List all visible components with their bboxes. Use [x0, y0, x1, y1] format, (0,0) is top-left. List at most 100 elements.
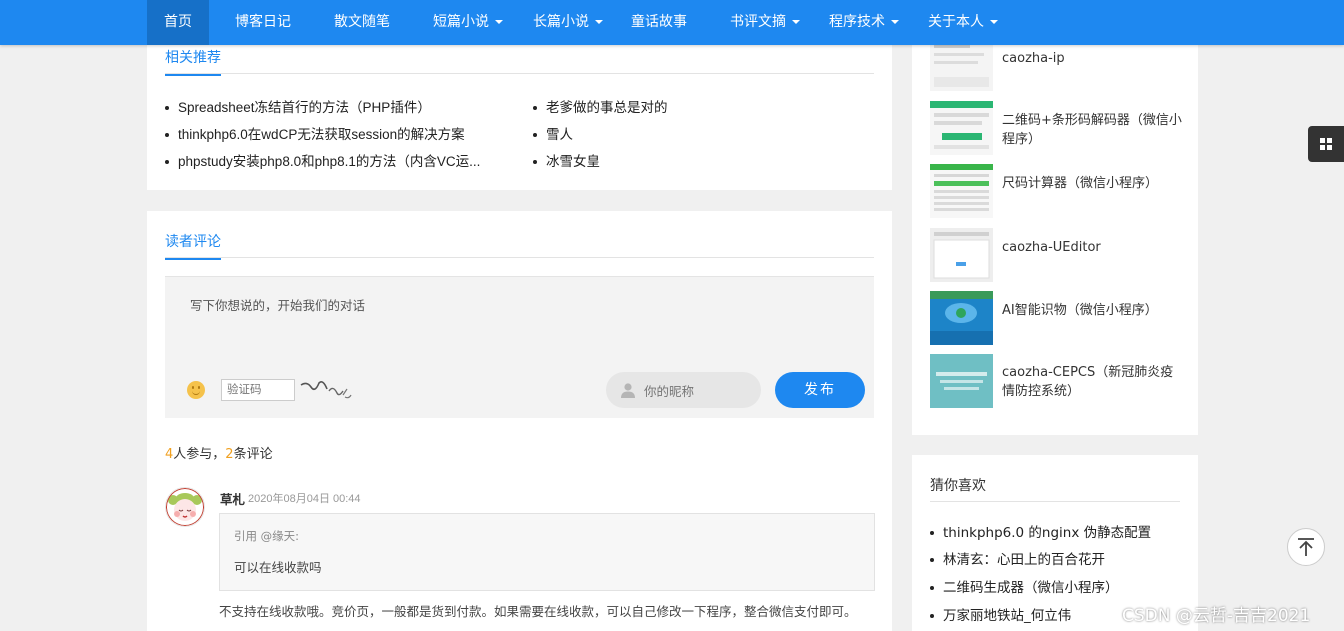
sidebar-project-item[interactable]: AI智能识物（微信小程序） — [930, 291, 1180, 345]
related-link[interactable]: 老爹做的事总是对的 — [533, 96, 668, 116]
guess-link-text: 万家丽地铁站_何立伟 — [943, 608, 1072, 624]
nav-item-essays[interactable]: 散文随笔 — [325, 0, 399, 45]
divider — [930, 501, 1180, 502]
nav-item-about[interactable]: 关于本人 — [919, 0, 1007, 45]
sidebar-project-title: caozha-CEPCS（新冠肺炎疫情防控系统） — [1002, 365, 1174, 399]
thumbnail-image — [930, 228, 993, 282]
bullet-icon — [930, 531, 934, 535]
thumbnail-image — [930, 164, 993, 218]
related-link-text: phpstudy安装php8.0和php8.1的方法（内含VC运... — [178, 154, 481, 169]
nav-label: 散文随笔 — [334, 14, 390, 30]
nav-label: 关于本人 — [928, 14, 984, 30]
guess-link-text: thinkphp6.0 的nginx 伪静态配置 — [943, 525, 1152, 541]
comments-title: 读者评论 — [165, 231, 221, 260]
divider — [165, 257, 874, 258]
thumbnail-image — [930, 37, 993, 91]
bullet-icon — [165, 133, 169, 138]
sidebar-project-title: AI智能识物（微信小程序） — [1002, 303, 1158, 318]
guess-link[interactable]: 二维码生成器（微信小程序） — [930, 576, 1119, 596]
sidebar-project-item[interactable]: caozha-UEditor — [930, 228, 1180, 282]
quote-body: 可以在线收款吗 — [234, 560, 322, 575]
comment-textarea[interactable]: 写下你想说的，开始我们的对话 — [190, 295, 365, 314]
related-link-text: 老爹做的事总是对的 — [546, 100, 668, 115]
chevron-down-icon — [792, 20, 800, 24]
related-link-text: Spreadsheet冻结首行的方法（PHP插件） — [178, 100, 431, 115]
thumbnail-image — [930, 291, 993, 345]
nav-item-fairy-tales[interactable]: 童话故事 — [622, 0, 696, 45]
related-link[interactable]: thinkphp6.0在wdCP无法获取session的解决方案 — [165, 123, 465, 143]
grid-menu-button[interactable] — [1308, 126, 1344, 162]
user-icon — [621, 383, 635, 398]
sidebar-project-title: caozha-UEditor — [1002, 240, 1101, 255]
comment-count: 2 — [225, 447, 234, 462]
nav-item-reviews[interactable]: 书评文摘 — [721, 0, 809, 45]
nav-label: 短篇小说 — [433, 14, 489, 30]
participant-label: 人参与， — [173, 447, 226, 462]
comments-card: 读者评论 写下你想说的，开始我们的对话 发布 4人参与，2条评论 — [147, 211, 892, 631]
related-link[interactable]: phpstudy安装php8.0和php8.1的方法（内含VC运... — [165, 150, 480, 170]
bullet-icon — [930, 558, 934, 562]
bullet-icon — [930, 614, 934, 618]
title-underline — [165, 74, 221, 76]
nickname-field — [606, 372, 761, 408]
related-link[interactable]: 冰雪女皇 — [533, 150, 600, 170]
chevron-down-icon — [495, 20, 503, 24]
arrow-up-icon — [1298, 538, 1314, 556]
comment-count-label: 条评论 — [233, 447, 273, 462]
submit-button[interactable]: 发布 — [775, 372, 865, 408]
guess-link[interactable]: 林清玄：心田上的百合花开 — [930, 548, 1105, 568]
bullet-icon — [533, 160, 537, 165]
sidebar-project-title: caozha-ip — [1002, 51, 1065, 66]
related-link-text: thinkphp6.0在wdCP无法获取session的解决方案 — [178, 127, 465, 142]
nav-label: 程序技术 — [829, 14, 885, 30]
sidebar-project-title: 二维码+条形码解码器（微信小程序） — [1002, 113, 1182, 147]
emoji-icon[interactable] — [187, 381, 205, 399]
bullet-icon — [930, 586, 934, 590]
guess-link[interactable]: thinkphp6.0 的nginx 伪静态配置 — [930, 521, 1151, 541]
sidebar-project-item[interactable]: caozha-ip — [930, 37, 1180, 91]
related-title: 相关推荐 — [165, 47, 221, 76]
nav-item-blog[interactable]: 博客日记 — [226, 0, 300, 45]
sidebar-project-title: 尺码计算器（微信小程序） — [1002, 176, 1159, 191]
nav-item-long-novels[interactable]: 长篇小说 — [524, 0, 612, 45]
nickname-input[interactable] — [642, 380, 756, 402]
divider — [165, 73, 874, 74]
nav-item-short-novels[interactable]: 短篇小说 — [424, 0, 512, 45]
comment-form: 写下你想说的，开始我们的对话 发布 — [165, 276, 874, 418]
sidebar-project-item[interactable]: 二维码+条形码解码器（微信小程序） — [930, 101, 1182, 155]
bullet-icon — [165, 106, 169, 111]
sidebar-project-item[interactable]: caozha-CEPCS（新冠肺炎疫情防控系统） — [930, 354, 1180, 408]
avatar — [165, 487, 205, 527]
chevron-down-icon — [891, 20, 899, 24]
bullet-icon — [533, 133, 537, 138]
bullet-icon — [165, 160, 169, 165]
nav-item-programming[interactable]: 程序技术 — [820, 0, 908, 45]
title-underline — [165, 258, 221, 260]
comment-text: 不支持在线收款哦。竞价页，一般都是货到付款。如果需要在线收款，可以自己修改一下程… — [219, 604, 857, 619]
guess-title-text: 猜你喜欢 — [930, 478, 986, 494]
related-link-text: 雪人 — [546, 127, 573, 142]
related-title-text: 相关推荐 — [165, 50, 221, 66]
guess-link-text: 二维码生成器（微信小程序） — [943, 580, 1119, 596]
bullet-icon — [533, 106, 537, 111]
nav-label: 首页 — [164, 14, 192, 30]
related-link[interactable]: Spreadsheet冻结首行的方法（PHP插件） — [165, 96, 431, 116]
sidebar-project-item[interactable]: 尺码计算器（微信小程序） — [930, 164, 1180, 218]
nav-label: 博客日记 — [235, 14, 291, 30]
nav-label: 童话故事 — [631, 14, 687, 30]
back-to-top-button[interactable] — [1287, 528, 1325, 566]
comments-title-text: 读者评论 — [165, 234, 221, 250]
top-navigation: 首页 博客日记 散文随笔 短篇小说 长篇小说 童话故事 书评文摘 程序技术 关于… — [0, 0, 1344, 45]
guess-link-text: 林清玄：心田上的百合花开 — [943, 552, 1105, 568]
captcha-image[interactable] — [299, 377, 353, 403]
quoted-comment: 引用 @缘天: 可以在线收款吗 — [219, 513, 875, 591]
guess-link[interactable]: 万家丽地铁站_何立伟 — [930, 604, 1071, 624]
comment-author: 草札 — [220, 492, 246, 507]
captcha-input[interactable] — [221, 379, 295, 401]
related-link-text: 冰雪女皇 — [546, 154, 600, 169]
nav-item-home[interactable]: 首页 — [147, 0, 209, 45]
grid-icon — [1320, 138, 1332, 150]
related-link[interactable]: 雪人 — [533, 123, 573, 143]
avatar-image — [166, 488, 204, 526]
nav-label: 长篇小说 — [533, 14, 589, 30]
